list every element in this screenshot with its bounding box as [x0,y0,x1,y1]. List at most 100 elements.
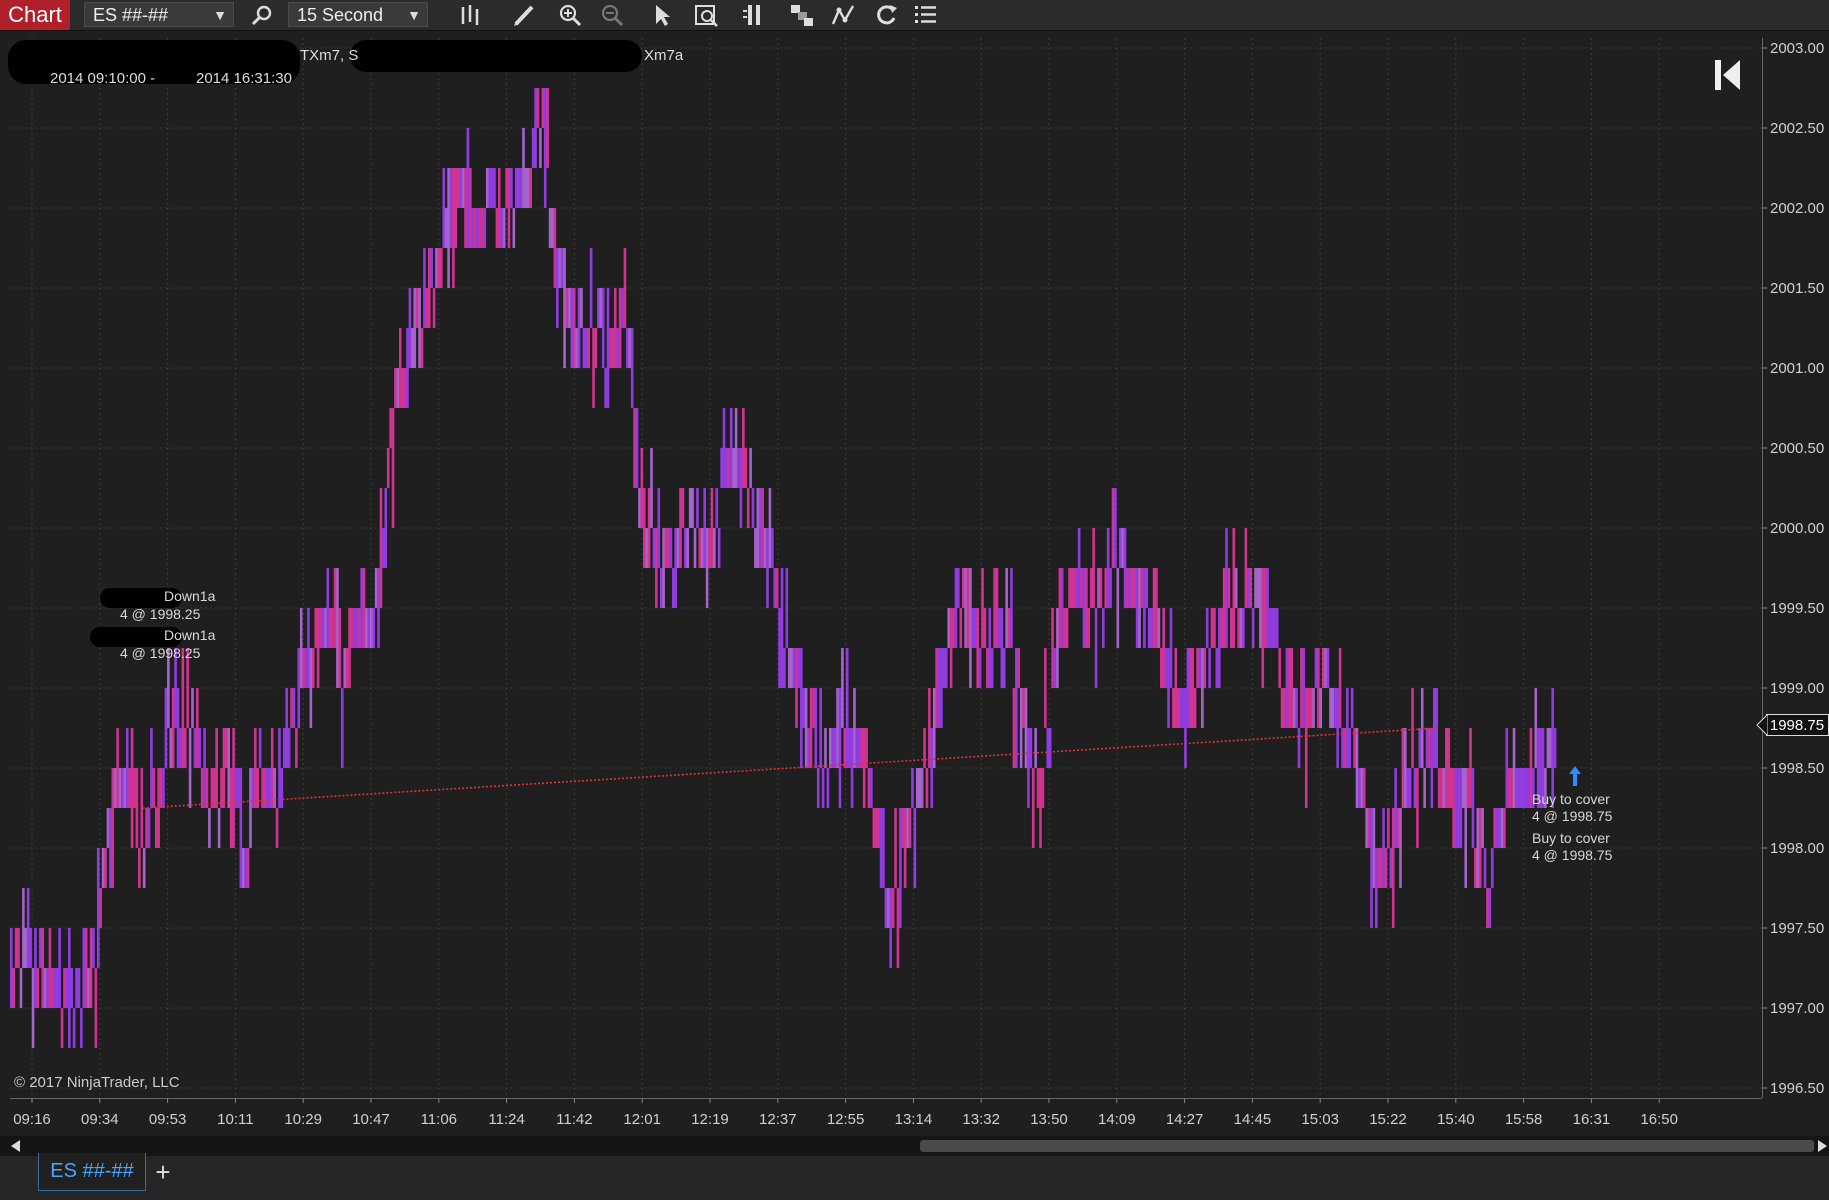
price-bar [686,528,690,568]
price-bar [1309,688,1313,728]
price-bar [447,168,450,288]
price-bar [1131,568,1134,608]
scroll-left-icon[interactable] [10,1140,22,1152]
price-bar [1230,608,1233,648]
columns-icon[interactable] [742,2,770,28]
price-bar [1280,688,1284,728]
instrument-tab[interactable]: ES ##-## [38,1153,146,1191]
price-bar [82,928,86,1008]
scrollbar-thumb[interactable] [920,1140,1814,1152]
properties-list-icon[interactable] [912,2,940,28]
price-bar [778,608,781,688]
copyright-label: © 2017 NinjaTrader, LLC [14,1074,180,1091]
price-bar [1321,648,1325,688]
price-bar [952,608,955,648]
price-bar [1179,688,1182,728]
time-tick-label: 12:37 [759,1111,797,1128]
price-bar [12,968,16,1008]
price-bar [763,528,767,568]
price-bar [150,728,153,808]
add-tab-button[interactable]: + [150,1158,176,1188]
price-bar [507,168,511,248]
price-bar [713,528,716,568]
price-bar [432,288,436,328]
price-bar [152,768,156,808]
search-icon[interactable] [248,2,276,28]
price-bar [1271,608,1274,648]
price-bar [613,288,617,368]
price-bar [80,1008,83,1048]
draw-pencil-icon[interactable] [510,2,538,28]
price-bar [1005,568,1008,648]
refresh-icon[interactable] [872,2,900,28]
bars-type-icon[interactable] [456,2,484,28]
price-bar [215,728,218,808]
price-bar [531,128,535,168]
pointer-icon[interactable] [648,2,676,28]
price-bar [843,728,847,768]
price-bar [411,328,414,368]
price-bar [212,768,216,808]
price-bar [1266,568,1269,648]
price-bar [804,688,808,768]
price-chart-plot[interactable] [10,38,1762,1098]
price-bar [1389,848,1393,888]
price-bar [1420,688,1424,768]
price-bar [891,888,895,928]
price-bar [307,608,310,688]
trade-line [142,727,1438,809]
price-bar [1326,648,1330,688]
price-bar [700,528,704,568]
price-bar [188,728,192,808]
scroll-to-start-icon[interactable] [1712,58,1742,92]
price-bar [125,728,129,808]
indicator-icon[interactable] [830,2,858,28]
instrument-select[interactable]: ES ##-## ▼ [84,2,234,27]
price-bar [353,608,356,648]
price-bar [858,728,861,768]
zoom-in-icon[interactable] [556,2,584,28]
price-bar [838,688,842,808]
price-bar [558,248,562,288]
price-bar [512,208,516,248]
time-tick-label: 15:40 [1437,1111,1475,1128]
time-axis[interactable]: 09:16 09:34 09:53 10:11 10:29 10:47 11:06 11:24… [10,1098,1762,1136]
time-tick-label: 15:03 [1301,1111,1339,1128]
horizontal-scrollbar[interactable] [0,1136,1829,1156]
price-bar [360,568,363,648]
scroll-right-icon[interactable] [1816,1140,1828,1152]
price-bar [1051,608,1054,688]
price-bar [1457,768,1460,848]
data-box-icon[interactable] [692,2,720,28]
price-bar [258,728,262,768]
price-bar [384,488,388,568]
price-bar [1370,808,1373,928]
price-bar [1512,728,1516,808]
price-bar [1118,528,1122,568]
price-bar [841,648,844,728]
price-axis[interactable]: 2003.00 2002.50 2002.00 2001.50 2001.00 2000.… [1762,38,1829,1098]
price-bar [787,648,791,688]
price-bar [1222,568,1226,648]
price-bar [546,88,549,168]
price-bar [959,608,963,648]
chart-title-tab[interactable]: Chart [0,0,70,30]
price-bar [1208,648,1211,688]
price-bar [572,288,576,368]
price-bar [498,168,501,248]
price-bar [169,728,173,768]
zoom-out-icon[interactable] [598,2,626,28]
interval-select[interactable]: 15 Second ▼ [288,2,428,27]
strategy-icon[interactable] [788,2,816,28]
price-bar [659,568,663,608]
price-bar [14,928,18,968]
price-bar [261,768,264,808]
price-bar [220,768,223,808]
price-bar [1010,568,1013,648]
price-bar [275,808,279,848]
price-bar [1215,648,1219,688]
price-bar [920,768,924,808]
price-bar [879,808,883,888]
price-bar [565,288,569,328]
price-bar [1288,648,1291,728]
